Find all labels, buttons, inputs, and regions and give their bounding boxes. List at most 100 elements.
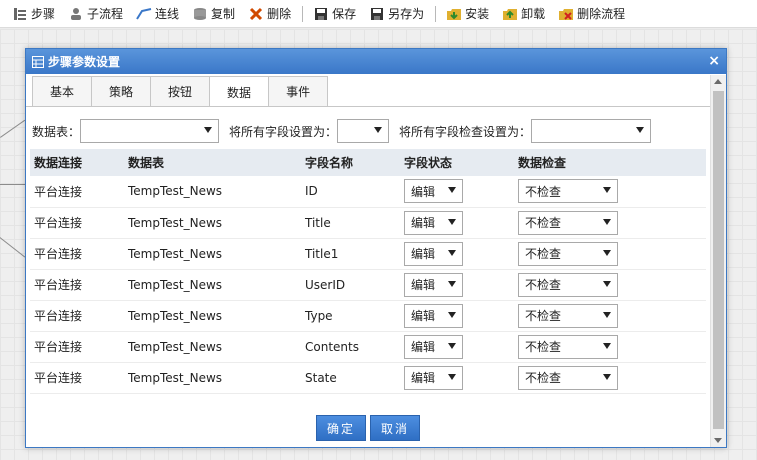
cell-status: 编辑 (400, 176, 514, 208)
data-check-select[interactable]: 不检查 (518, 179, 618, 204)
data-check-select[interactable]: 不检查 (518, 272, 618, 297)
dialog-title-bar[interactable]: 步骤参数设置 (26, 49, 726, 74)
uninstall-label: 卸载 (521, 7, 546, 21)
table-header-row: 数据连接 数据表 字段名称 字段状态 数据检查 (30, 149, 706, 176)
cell-check: 不检查 (514, 300, 706, 332)
field-status-select[interactable]: 编辑 (404, 334, 463, 359)
column-header-check: 数据检查 (514, 149, 706, 176)
cell-connection: 平台连接 (30, 331, 124, 363)
uninstall-icon (502, 6, 518, 22)
save-icon (313, 6, 329, 22)
column-header-connection: 数据连接 (30, 149, 124, 176)
data-check-select[interactable]: 不检查 (518, 303, 618, 328)
check-setting-select[interactable] (531, 119, 652, 143)
cell-table: TempTest_News (124, 238, 301, 270)
tab-strategy[interactable]: 策略 (91, 76, 152, 106)
chevron-down-icon (603, 218, 611, 225)
scroll-up-icon[interactable] (714, 79, 722, 84)
cell-status: 编辑 (400, 300, 514, 332)
cell-field: UserID (301, 269, 400, 301)
data-table-select[interactable] (80, 119, 220, 143)
chevron-down-icon (636, 127, 645, 133)
connect-line-icon (136, 6, 152, 22)
field-status-select[interactable]: 编辑 (404, 272, 463, 297)
cell-check: 不检查 (514, 269, 706, 301)
delete-flow-icon (558, 6, 574, 22)
tab-events[interactable]: 事件 (268, 76, 329, 106)
subflow-button[interactable]: 子流程 (64, 3, 127, 25)
copy-icon (192, 6, 208, 22)
cell-connection: 平台连接 (30, 238, 124, 270)
tab-buttons[interactable]: 按钮 (150, 76, 211, 106)
cell-connection: 平台连接 (30, 176, 124, 208)
column-header-table: 数据表 (124, 149, 301, 176)
column-header-status: 字段状态 (400, 149, 514, 176)
table-row: 平台连接 TempTest_News Title1 编辑 不检查 (30, 238, 706, 270)
copy-button[interactable]: 复制 (188, 3, 239, 25)
cell-table: TempTest_News (124, 362, 301, 394)
step-settings-dialog: 步骤参数设置 × 基本 策略 按钮 数据 事件 数据表： 将所有字段设置为： 将… (25, 48, 727, 448)
cancel-button[interactable]: 取消 (370, 415, 421, 441)
delete-button[interactable]: 删除 (244, 3, 295, 25)
delete-label: 删除 (267, 7, 292, 21)
chevron-down-icon (603, 187, 611, 194)
cell-connection: 平台连接 (30, 362, 124, 394)
data-check-select[interactable]: 不检查 (518, 365, 618, 390)
uninstall-button[interactable]: 卸载 (498, 3, 549, 25)
scroll-down-icon[interactable] (714, 438, 722, 443)
field-table: 数据连接 数据表 字段名称 字段状态 数据检查 平台连接 TempTest_New… (30, 149, 706, 394)
tab-basic[interactable]: 基本 (32, 76, 93, 106)
table-row: 平台连接 TempTest_News Title 编辑 不检查 (30, 207, 706, 239)
filter-row: 数据表： 将所有字段设置为： 将所有字段检查设置为： (32, 119, 652, 143)
chevron-down-icon (603, 342, 611, 349)
field-setting-label: 将所有字段设置为： (229, 124, 338, 139)
cell-field: State (301, 362, 400, 394)
steps-label: 步骤 (31, 7, 56, 21)
table-row: 平台连接 TempTest_News State 编辑 不检查 (30, 362, 706, 394)
cell-check: 不检查 (514, 207, 706, 239)
table-row: 平台连接 TempTest_News Type 编辑 不检查 (30, 300, 706, 332)
field-setting-select[interactable] (337, 119, 390, 143)
chevron-down-icon (204, 127, 213, 133)
field-status-select[interactable]: 编辑 (404, 210, 463, 235)
save-as-button[interactable]: 另存为 (365, 3, 428, 25)
chevron-down-icon (448, 218, 456, 225)
cell-status: 编辑 (400, 207, 514, 239)
chevron-down-icon (448, 373, 456, 380)
subflow-label: 子流程 (87, 7, 124, 21)
data-tab-panel: 数据表： 将所有字段设置为： 将所有字段检查设置为： 数据连接 数据表 字段名称… (26, 107, 710, 447)
chevron-down-icon (603, 249, 611, 256)
dialog-title: 步骤参数设置 (48, 55, 121, 69)
table-row: 平台连接 TempTest_News UserID 编辑 不检查 (30, 269, 706, 301)
data-check-select[interactable]: 不检查 (518, 241, 618, 266)
delete-icon (248, 6, 264, 22)
save-as-icon (369, 6, 385, 22)
confirm-button[interactable]: 确定 (316, 415, 367, 441)
toolbar-separator (435, 5, 437, 22)
delete-flow-label: 删除流程 (577, 7, 626, 21)
cell-check: 不检查 (514, 331, 706, 363)
cell-status: 编辑 (400, 362, 514, 394)
data-check-select[interactable]: 不检查 (518, 334, 618, 359)
steps-button[interactable]: 步骤 (8, 3, 59, 25)
delete-flow-button[interactable]: 删除流程 (554, 3, 629, 25)
field-status-select[interactable]: 编辑 (404, 179, 463, 204)
cell-table: TempTest_News (124, 207, 301, 239)
chevron-down-icon (374, 127, 383, 133)
column-header-field: 字段名称 (301, 149, 400, 176)
field-status-select[interactable]: 编辑 (404, 241, 463, 266)
field-status-select[interactable]: 编辑 (404, 365, 463, 390)
cell-check: 不检查 (514, 362, 706, 394)
scrollbar-thumb[interactable] (713, 91, 724, 429)
install-button[interactable]: 安装 (442, 3, 493, 25)
cell-field: ID (301, 176, 400, 208)
data-check-select[interactable]: 不检查 (518, 210, 618, 235)
close-icon[interactable]: × (708, 53, 720, 69)
vertical-scrollbar[interactable] (710, 75, 726, 447)
field-status-select[interactable]: 编辑 (404, 303, 463, 328)
cell-status: 编辑 (400, 331, 514, 363)
connect-line-button[interactable]: 连线 (132, 3, 183, 25)
save-button[interactable]: 保存 (309, 3, 360, 25)
main-toolbar: 步骤 子流程 连线 复制 删除 保存 另存为 安装 卸载 删除流程 (0, 0, 757, 28)
tab-data[interactable]: 数据 (209, 76, 270, 107)
